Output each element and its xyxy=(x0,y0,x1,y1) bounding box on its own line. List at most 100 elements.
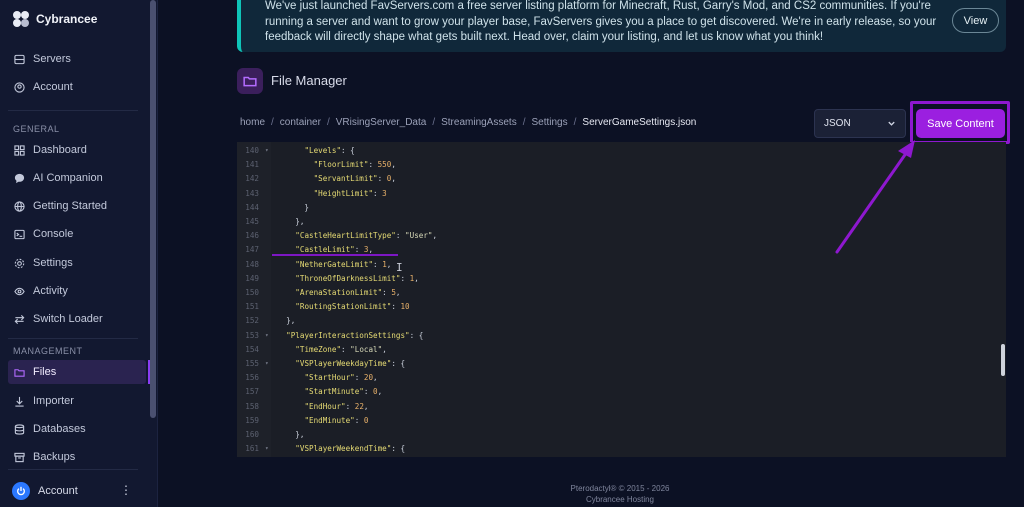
line-number: 143 xyxy=(245,188,259,198)
sidebar-item-label: AI Companion xyxy=(33,172,103,184)
breadcrumb-item[interactable]: container xyxy=(280,117,321,128)
sidebar-scrollbar[interactable] xyxy=(150,0,156,418)
format-select-value: JSON xyxy=(824,118,851,129)
sidebar-item-label: Switch Loader xyxy=(33,313,103,325)
line-number: 146 xyxy=(245,231,259,241)
code-line: 161 ▾ "VSPlayerWeekendTime": { xyxy=(237,442,1006,456)
sidebar-item-backups[interactable]: Backups xyxy=(8,445,146,469)
switch-arrows-icon xyxy=(14,314,25,324)
page-footer: Pterodactyl® © 2015 - 2026 Cybrancee Hos… xyxy=(540,483,700,505)
gear-icon xyxy=(14,258,25,268)
code-text: "FloorLimit": 550, xyxy=(313,160,396,170)
archive-icon xyxy=(14,452,25,462)
sidebar-item-settings[interactable]: Settings xyxy=(8,251,146,275)
code-text: "StartMinute": 0, xyxy=(304,387,383,397)
code-line: 141 "FloorLimit": 550, xyxy=(237,158,1006,172)
power-icon xyxy=(12,482,30,500)
code-line: 151 "RoutingStationLimit": 10 xyxy=(237,300,1006,314)
editor-scrollbar[interactable] xyxy=(1001,344,1005,376)
code-text: "ServantLimit": 0, xyxy=(313,174,396,184)
account-footer-label: Account xyxy=(38,485,78,497)
format-select[interactable]: JSON xyxy=(814,109,906,138)
code-text: }, xyxy=(277,316,296,326)
sidebar-item-getting-started[interactable]: Getting Started xyxy=(8,194,146,218)
line-number: 156 xyxy=(245,373,259,383)
sidebar-item-console[interactable]: Console xyxy=(8,222,146,246)
chevron-down-icon xyxy=(888,121,895,126)
save-content-button[interactable]: Save Content xyxy=(916,109,1005,138)
kebab-menu-icon[interactable]: ⋮ xyxy=(120,483,132,497)
code-text: "EndHour": 22, xyxy=(304,401,369,411)
database-icon xyxy=(14,423,25,435)
breadcrumb-separator: / xyxy=(271,117,274,128)
code-text: "TimeZone": "Local", xyxy=(295,344,387,354)
code-text: "StartHour": 20, xyxy=(304,373,378,383)
code-line: 156 "StartHour": 20, xyxy=(237,371,1006,385)
code-text: }, xyxy=(277,430,305,439)
line-number: 159 xyxy=(245,415,259,425)
line-number: 148 xyxy=(245,259,259,269)
fold-toggle-icon[interactable]: ▾ xyxy=(265,144,269,158)
code-text: "VSPlayerWeekendTime": { xyxy=(295,444,406,454)
cybrancee-logo-icon xyxy=(12,10,30,28)
section-label-management: MANAGEMENT xyxy=(13,346,83,356)
breadcrumb-item[interactable]: Settings xyxy=(531,117,567,128)
code-line: 142 "ServantLimit": 0, xyxy=(237,172,1006,186)
sidebar-item-databases[interactable]: Databases xyxy=(8,417,146,441)
footer-copyright: Pterodactyl® © 2015 - 2026 xyxy=(570,484,670,493)
breadcrumb-item[interactable]: StreamingAssets xyxy=(441,117,517,128)
sidebar-item-label: Activity xyxy=(33,285,68,297)
line-number: 155 xyxy=(245,359,259,368)
breadcrumb-separator: / xyxy=(432,117,436,128)
fold-toggle-icon[interactable]: ▾ xyxy=(265,357,269,371)
breadcrumb-item[interactable]: VRisingServer_Data xyxy=(336,117,427,128)
sidebar-item-servers[interactable]: Servers xyxy=(8,47,146,71)
code-line: 145 }, xyxy=(237,215,1006,229)
text-cursor-icon: I xyxy=(396,261,403,274)
line-number: 150 xyxy=(245,288,259,297)
terminal-icon xyxy=(14,229,25,239)
sidebar: Cybrancee Servers Account GENERAL Dashbo… xyxy=(0,0,158,507)
sidebar-divider xyxy=(8,110,138,111)
line-number: 147 xyxy=(245,245,259,255)
eye-icon xyxy=(14,287,25,295)
code-text: "EndMinute": 0 xyxy=(304,415,369,425)
breadcrumb: home / container / VRisingServer_Data / Str… xyxy=(240,117,696,128)
code-text: "CastleHeartLimitType": "User", xyxy=(295,231,438,241)
chat-bubble-icon xyxy=(14,173,25,183)
code-line: 158 "EndHour": 22, xyxy=(237,400,1006,414)
fold-toggle-icon[interactable]: ▾ xyxy=(265,442,269,456)
fold-toggle-icon[interactable]: ▾ xyxy=(265,329,269,343)
code-line: 157 "StartMinute": 0, xyxy=(237,385,1006,399)
section-label-general: GENERAL xyxy=(13,124,60,134)
brand-name: Cybrancee xyxy=(36,12,98,26)
announcement-banner: We've just launched FavServers.com a fre… xyxy=(237,0,1006,52)
account-footer[interactable]: Account xyxy=(8,478,138,504)
sidebar-item-activity[interactable]: Activity xyxy=(8,279,146,303)
server-icon xyxy=(14,54,25,64)
view-button[interactable]: View xyxy=(952,8,999,33)
code-line: 159 "EndMinute": 0 xyxy=(237,414,1006,428)
line-number: 142 xyxy=(245,174,259,184)
line-number: 145 xyxy=(245,217,259,226)
breadcrumb-separator: / xyxy=(522,117,526,128)
sidebar-item-switch-loader[interactable]: Switch Loader xyxy=(8,307,146,331)
sidebar-item-label: Getting Started xyxy=(33,200,107,212)
sidebar-item-files[interactable]: Files xyxy=(8,360,146,384)
breadcrumb-item[interactable]: home xyxy=(240,117,265,128)
download-icon xyxy=(15,396,24,407)
sidebar-item-ai-companion[interactable]: AI Companion xyxy=(8,166,146,190)
page-title: File Manager xyxy=(271,73,347,88)
brand[interactable]: Cybrancee xyxy=(12,10,97,28)
sidebar-item-importer[interactable]: Importer xyxy=(8,389,146,413)
grid-icon xyxy=(14,144,25,156)
code-editor[interactable]: 140 ▾ "Levels": {141 "FloorLimit": 550, 14… xyxy=(237,142,1006,457)
sidebar-item-account[interactable]: Account xyxy=(8,75,146,99)
sidebar-item-dashboard[interactable]: Dashboard xyxy=(8,138,146,162)
user-circle-icon xyxy=(14,81,25,93)
line-number: 158 xyxy=(245,401,259,411)
line-number: 141 xyxy=(245,160,259,170)
breadcrumb-separator: / xyxy=(573,117,577,128)
code-text: "RoutingStationLimit": 10 xyxy=(295,302,410,312)
sidebar-item-label: Dashboard xyxy=(33,144,87,156)
